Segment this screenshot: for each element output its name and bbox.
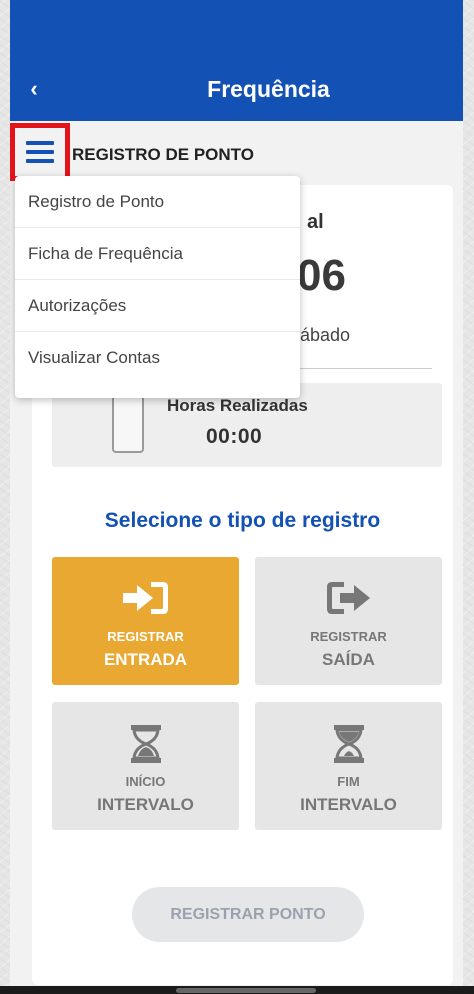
break-end-tile[interactable]: FIM INTERVALO — [255, 702, 442, 830]
app-title: Frequência — [207, 76, 330, 102]
tile-line2: SAÍDA — [322, 650, 375, 669]
hourglass-icon — [255, 724, 442, 764]
tile-line2: ENTRADA — [103, 650, 188, 669]
register-exit-tile[interactable]: REGISTRAR SAÍDA — [255, 557, 442, 685]
sign-in-icon — [52, 579, 239, 619]
register-entry-tile[interactable]: REGISTRAR ENTRADA — [52, 557, 239, 685]
menu-item-registro-de-ponto[interactable]: Registro de Ponto — [15, 176, 300, 228]
section-title: REGISTRO DE PONTO — [72, 145, 254, 164]
hours-label: Horas Realizadas — [167, 396, 308, 415]
home-indicator[interactable] — [176, 988, 316, 993]
tile-line1: INÍCIO — [125, 774, 166, 789]
phone-screen: ‹ Frequência REGISTRO DE PONTO al 06 ába… — [10, 0, 463, 994]
menu-item-ficha-de-frequencia[interactable]: Ficha de Frequência — [15, 228, 300, 280]
select-type-title: Selecione o tipo de registro — [104, 509, 381, 532]
tile-line1: REGISTRAR — [107, 629, 184, 644]
tile-line1: FIM — [337, 774, 360, 789]
register-point-button[interactable]: REGISTRAR PONTO — [132, 887, 364, 942]
tile-line2: INTERVALO — [300, 795, 397, 814]
phone-icon — [112, 393, 144, 453]
sign-out-icon — [255, 579, 442, 619]
app-bar: ‹ Frequência — [10, 0, 463, 121]
hourglass-icon — [52, 724, 239, 764]
hours-value: 00:00 — [206, 425, 263, 448]
clock-day: ábado — [300, 325, 351, 345]
dropdown-menu: Registro de Ponto Ficha de Frequência Au… — [15, 176, 300, 398]
clock-label: al — [307, 211, 324, 233]
menu-item-autorizacoes[interactable]: Autorizações — [15, 280, 300, 332]
tile-line1: REGISTRAR — [310, 629, 387, 644]
section-header: REGISTRO DE PONTO — [10, 121, 463, 183]
hamburger-menu-icon — [26, 141, 54, 163]
tile-line2: INTERVALO — [97, 795, 194, 814]
menu-toggle-button[interactable] — [10, 123, 70, 181]
menu-item-visualizar-contas[interactable]: Visualizar Contas — [15, 332, 300, 384]
break-start-tile[interactable]: INÍCIO INTERVALO — [52, 702, 239, 830]
clock-time: 06 — [297, 251, 346, 300]
